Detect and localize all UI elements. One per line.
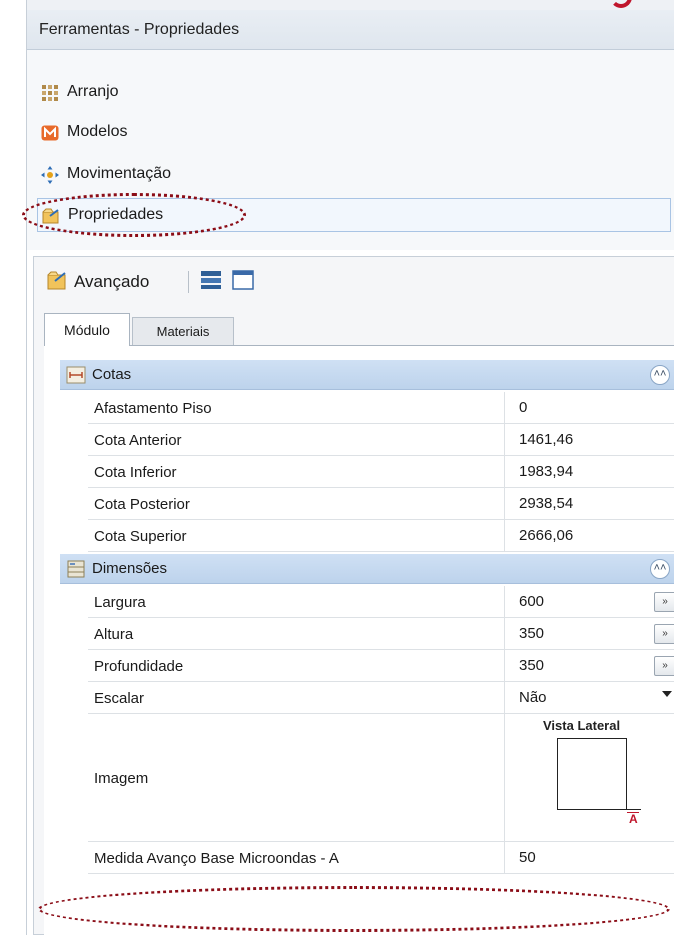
window-titlebar: Ferramentas - Propriedades (27, 10, 674, 50)
property-value: 350 (519, 657, 545, 674)
property-name: Cota Inferior (94, 464, 177, 481)
ellipsis-editor-button[interactable]: » (654, 624, 674, 644)
property-row[interactable]: Cota Inferior 1983,94 (88, 456, 674, 488)
property-value: 2666,06 (519, 527, 574, 544)
section-list: Arranjo Modelos Movimentação Propriedade… (27, 50, 674, 250)
section-arranjo[interactable]: Arranjo (37, 76, 671, 110)
property-value-cell[interactable]: 2938,54 (504, 488, 674, 519)
tab-materiais[interactable]: Materiais (132, 317, 234, 345)
section-label: Propriedades (68, 206, 164, 223)
window-view-icon[interactable] (232, 270, 254, 290)
properties-window: Ferramentas - Propriedades Arranjo Model… (26, 0, 674, 935)
group-label: Cotas (92, 366, 132, 383)
property-image-preview[interactable]: Vista Lateral A (504, 714, 674, 841)
property-name: Cota Posterior (94, 496, 190, 513)
property-value: Não (519, 689, 547, 706)
property-value-cell[interactable]: 600 » (504, 586, 674, 617)
property-value-cell[interactable]: 1983,94 (504, 456, 674, 487)
dropdown-arrow-icon[interactable] (662, 691, 672, 697)
property-row-image[interactable]: Imagem Vista Lateral A (88, 714, 674, 842)
property-row-medida-avanco[interactable]: Medida Avanço Base Microondas - A 50 (88, 842, 674, 874)
property-name: Imagem (94, 770, 149, 787)
property-row[interactable]: Cota Superior 2666,06 (88, 520, 674, 552)
property-row[interactable]: Largura 600 » (88, 586, 674, 618)
section-modelos[interactable]: Modelos (37, 116, 671, 150)
property-value: 600 (519, 593, 545, 610)
property-name: Cota Anterior (94, 432, 182, 449)
grid-arrange-icon (42, 85, 58, 101)
list-view-icon[interactable] (200, 270, 222, 290)
group-cotas-header[interactable]: Cotas ˄˄ (60, 360, 674, 390)
ellipsis-editor-button[interactable]: » (654, 656, 674, 676)
measure-marker: A (629, 812, 638, 826)
property-value-dropdown[interactable]: Não (504, 682, 674, 713)
collapse-chevron-icon[interactable]: ˄˄ (650, 365, 670, 385)
collapse-chevron-icon[interactable]: ˄˄ (650, 559, 670, 579)
property-row[interactable]: Cota Anterior 1461,46 (88, 424, 674, 456)
property-value: 1461,46 (519, 431, 574, 448)
property-value: 50 (519, 849, 536, 866)
property-name: Afastamento Piso (94, 400, 212, 417)
property-grid: Cotas ˄˄ Afastamento Piso 0 Cota Anterio… (44, 345, 674, 935)
advanced-properties-icon[interactable] (46, 269, 68, 291)
property-row[interactable]: Profundidade 350 » (88, 650, 674, 682)
property-value-cell[interactable]: 350 » (504, 650, 674, 681)
dimensions-cabinet-icon (67, 560, 85, 578)
group-label: Dimensões (92, 560, 168, 577)
property-value-cell[interactable]: 1461,46 (504, 424, 674, 455)
property-name: Medida Avanço Base Microondas - A (94, 850, 339, 867)
section-propriedades[interactable]: Propriedades (37, 198, 671, 232)
property-name: Altura (94, 626, 134, 643)
tab-modulo[interactable]: Módulo (44, 313, 130, 346)
group-dimensoes-header[interactable]: Dimensões ˄˄ (60, 554, 674, 584)
toolbar-separator (188, 271, 189, 293)
property-value-cell[interactable]: 350 » (504, 618, 674, 649)
property-name: Profundidade (94, 658, 184, 675)
property-value: 0 (519, 399, 528, 416)
property-value: 350 (519, 625, 545, 642)
section-movimentacao[interactable]: Movimentação (37, 158, 671, 192)
section-label: Movimentação (67, 165, 172, 182)
properties-panel: Avançado Módulo Materiais Cotas ˄˄ Afast… (33, 256, 674, 935)
property-value-cell[interactable]: 0 (504, 392, 674, 423)
dimensions-ruler-icon (66, 366, 86, 384)
section-label: Modelos (67, 123, 128, 140)
property-row[interactable]: Cota Posterior 2938,54 (88, 488, 674, 520)
image-caption: Vista Lateral (543, 718, 621, 733)
property-row[interactable]: Altura 350 » (88, 618, 674, 650)
property-value: 2938,54 (519, 495, 574, 512)
section-label: Arranjo (67, 83, 119, 100)
top-strip (27, 0, 674, 10)
move-arrows-icon (41, 166, 59, 184)
property-value-cell[interactable]: 50 (504, 842, 674, 873)
property-row[interactable]: Escalar Não (88, 682, 674, 714)
models-m-icon (41, 125, 59, 141)
side-view-drawing (557, 738, 641, 810)
properties-toolbar: Avançado (34, 257, 674, 303)
ellipsis-editor-button[interactable]: » (654, 592, 674, 612)
property-name: Cota Superior (94, 528, 187, 545)
property-row[interactable]: Afastamento Piso 0 (88, 392, 674, 424)
window-title: Ferramentas - Propriedades (39, 21, 240, 38)
properties-folder-icon (42, 208, 59, 224)
property-name: Largura (94, 594, 146, 611)
property-name: Escalar (94, 690, 145, 707)
property-value-cell[interactable]: 2666,06 (504, 520, 674, 551)
property-value: 1983,94 (519, 463, 574, 480)
advanced-label[interactable]: Avançado (74, 272, 149, 292)
